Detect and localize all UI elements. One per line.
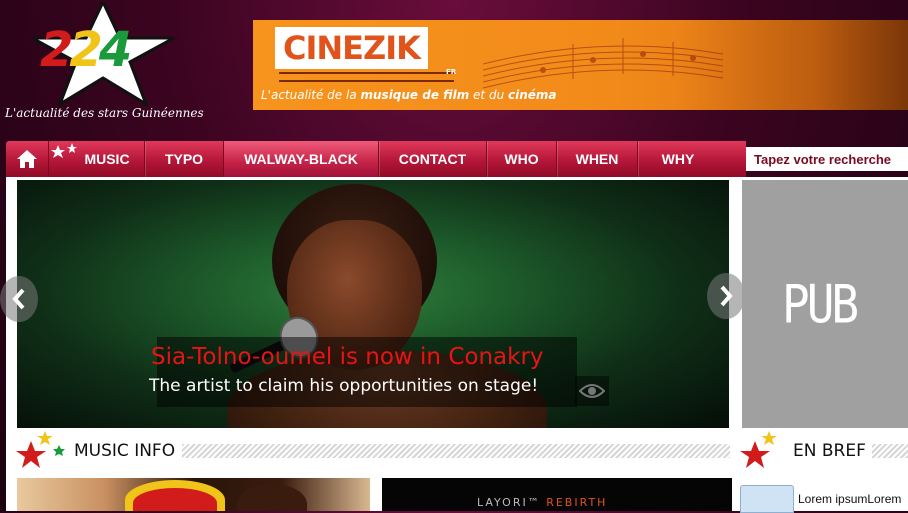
section-title: MUSIC INFO — [74, 441, 182, 461]
slider-next-button[interactable] — [707, 273, 745, 319]
stars-icon — [740, 431, 777, 468]
slide-subtitle: The artist to claim his opportunities on… — [149, 376, 539, 396]
banner-tagline-bold: musique de film — [360, 88, 470, 102]
featured-slider[interactable]: Sia-Tolno-oumel is now in Conakry The ar… — [17, 180, 729, 428]
brief-thumbnail[interactable] — [740, 485, 794, 513]
thumbnail-figure — [237, 484, 307, 511]
section-stripe — [868, 444, 908, 458]
banner-brand: CINEZIK — [275, 27, 428, 69]
slide-title[interactable]: Sia-Tolno-oumel is now in Conakry — [151, 344, 544, 370]
slider-prev-button[interactable] — [0, 276, 38, 322]
music-info-thumbnail[interactable] — [17, 478, 370, 511]
section-header-en-bref: EN BREF — [738, 431, 908, 468]
brief-item-text[interactable]: Lorem ipsumLorem — [798, 492, 901, 506]
nav-item-contact[interactable]: CONTACT — [379, 141, 487, 177]
home-button[interactable] — [6, 141, 49, 177]
site-logo[interactable]: 224 L'actualité des stars Guinéennes — [0, 0, 230, 130]
logo-number: 224 — [40, 22, 132, 78]
section-stripe — [182, 444, 730, 458]
eye-icon — [579, 384, 605, 398]
search-input[interactable] — [746, 147, 908, 171]
banner-tagline-part: et du — [469, 88, 508, 102]
ad-label: PUB — [782, 272, 859, 336]
nav-item-typo[interactable]: TYPO — [145, 141, 224, 177]
logo-digit: 2 — [69, 22, 102, 78]
section-header-music-info: MUSIC INFO — [12, 431, 732, 468]
chevron-left-icon — [12, 288, 25, 310]
music-info-thumbnail[interactable]: LAYORI™ REBIRTH — [382, 478, 732, 511]
chevron-right-icon — [720, 285, 733, 307]
thumbnail-title: LAYORI™ REBIRTH — [477, 496, 607, 509]
thumbnail-title-part: LAYORI™ — [477, 496, 541, 509]
thumbnail-figure — [133, 488, 217, 511]
nav-item-walway-black[interactable]: WALWAY-BLACK — [224, 141, 379, 177]
view-button[interactable] — [575, 376, 609, 406]
logo-digit: 4 — [98, 22, 132, 78]
home-icon — [17, 150, 37, 168]
stars-icon — [16, 431, 65, 468]
banner-tagline-bold: cinéma — [508, 88, 557, 102]
banner-tagline-part: L'actualité de la — [261, 88, 361, 102]
ad-placeholder[interactable]: PUB — [742, 180, 908, 428]
main-nav: MUSIC TYPO WALWAY-BLACK CONTACT WHO WHEN… — [6, 141, 746, 177]
section-title: EN BREF — [793, 441, 872, 461]
nav-item-why[interactable]: WHY — [638, 141, 718, 177]
banner-brand-text: CINEZIK — [283, 29, 421, 67]
banner-brand-suffix: FR — [446, 68, 457, 76]
nav-item-who[interactable]: WHO — [487, 141, 557, 177]
banner-divider — [279, 72, 454, 82]
logo-tagline: L'actualité des stars Guinéennes — [5, 106, 204, 120]
logo-digit: 2 — [40, 22, 73, 78]
cinezik-banner[interactable]: CINEZIK FR L'actualité de la musique de … — [253, 20, 908, 110]
nav-item-music[interactable]: MUSIC — [70, 141, 145, 177]
banner-tagline: L'actualité de la musique de film et du … — [261, 88, 557, 102]
nav-item-when[interactable]: WHEN — [557, 141, 638, 177]
thumbnail-title-part: REBIRTH — [540, 496, 608, 509]
conductor-photo — [678, 20, 908, 110]
